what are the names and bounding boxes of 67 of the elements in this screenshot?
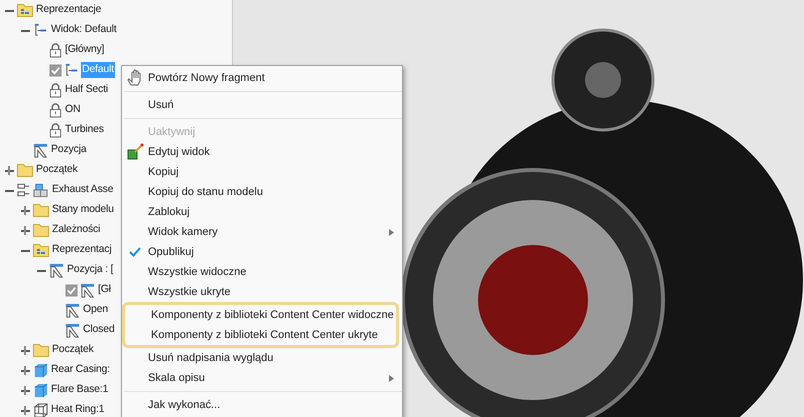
menu-item[interactable]: Opublikuj [122, 242, 402, 262]
checkmark-icon [129, 247, 141, 257]
tree-item[interactable]: Open [82, 302, 109, 318]
menu-item[interactable]: Komponenty z biblioteki Content Center ukryte [125, 325, 396, 345]
folder-icon [33, 343, 49, 357]
tree-item[interactable]: Początek [35, 162, 79, 178]
expand-toggle[interactable] [20, 346, 30, 354]
tree-item[interactable]: Turbines [64, 122, 105, 138]
part-icon [33, 382, 48, 398]
folder-icon [33, 223, 49, 237]
tree-item[interactable]: Half Secti [64, 82, 109, 98]
tree-item[interactable]: Rear Casing: [50, 362, 111, 378]
menu-item[interactable]: Edytuj widok [122, 142, 402, 162]
folder-icon [17, 3, 33, 17]
menu-item[interactable]: Zablokuj [122, 202, 402, 222]
lock-icon [49, 102, 62, 118]
position-icon [33, 142, 48, 158]
tree-item[interactable]: Pozycja [50, 142, 88, 158]
folder-icon [17, 163, 33, 177]
menu-item[interactable]: Powtórz Nowy fragment [122, 68, 402, 88]
tree-item[interactable]: Reprezentacj [51, 242, 112, 258]
tree-item[interactable]: Stany modelu [51, 202, 115, 218]
tree-item[interactable]: Widok: Default [50, 22, 118, 38]
tree-item[interactable]: [Gł [97, 282, 112, 298]
expand-toggle[interactable] [20, 386, 30, 394]
tree-item[interactable]: Zależności [51, 222, 102, 238]
expand-toggle[interactable] [20, 206, 30, 214]
position-icon [65, 302, 80, 318]
menu-item[interactable]: Wszystkie ukryte [122, 282, 402, 302]
tree-item[interactable]: Pozycja : [ [66, 262, 114, 278]
wireframe-icon [33, 402, 48, 417]
checkbox-icon [49, 64, 62, 76]
view-icon [33, 22, 48, 38]
expand-toggle[interactable] [20, 366, 30, 374]
expand-toggle[interactable] [4, 166, 14, 174]
view-icon [64, 62, 79, 78]
position-icon [80, 282, 95, 298]
menu-item[interactable]: Skala opisu [122, 368, 402, 388]
checkbox-icon [65, 284, 78, 296]
expand-toggle[interactable] [20, 226, 30, 234]
tree-item[interactable]: Początek [51, 342, 95, 358]
menu-item[interactable]: Wszystkie widoczne [122, 262, 402, 282]
menu-item[interactable]: Widok kamery [122, 222, 402, 242]
position-icon [49, 262, 64, 278]
part-icon [33, 362, 48, 378]
menu-item[interactable]: Kopiuj [122, 162, 402, 182]
lock-icon [49, 122, 62, 138]
expand-toggle[interactable] [20, 406, 30, 414]
menu-item[interactable]: Komponenty z biblioteki Content Center widoczne [125, 305, 396, 325]
menu-item[interactable]: Jak wykonać... [122, 395, 402, 415]
edit-view-icon [126, 143, 144, 161]
folder-icon [33, 243, 49, 257]
tree-item[interactable]: Reprezentacje [35, 2, 102, 18]
tree-item[interactable]: [Główny] [64, 42, 106, 58]
lock-icon [49, 82, 62, 98]
menu-item[interactable]: Usuń [122, 95, 402, 115]
tree-item[interactable]: Closed [82, 322, 116, 338]
position-icon [65, 322, 80, 338]
menu-item[interactable]: Kopiuj do stanu modelu [122, 182, 402, 202]
assembly-icon [17, 182, 49, 198]
lock-icon [49, 42, 62, 58]
tree-item[interactable]: Exhaust Asse [51, 182, 114, 198]
tree-item[interactable]: Flare Base:1 [50, 382, 110, 398]
folder-icon [33, 203, 49, 217]
tree-item[interactable]: ON [64, 102, 82, 118]
menu-item[interactable]: Usuń nadpisania wyglądu [122, 348, 402, 368]
tree-item[interactable]: Heat Ring:1 [50, 402, 106, 417]
